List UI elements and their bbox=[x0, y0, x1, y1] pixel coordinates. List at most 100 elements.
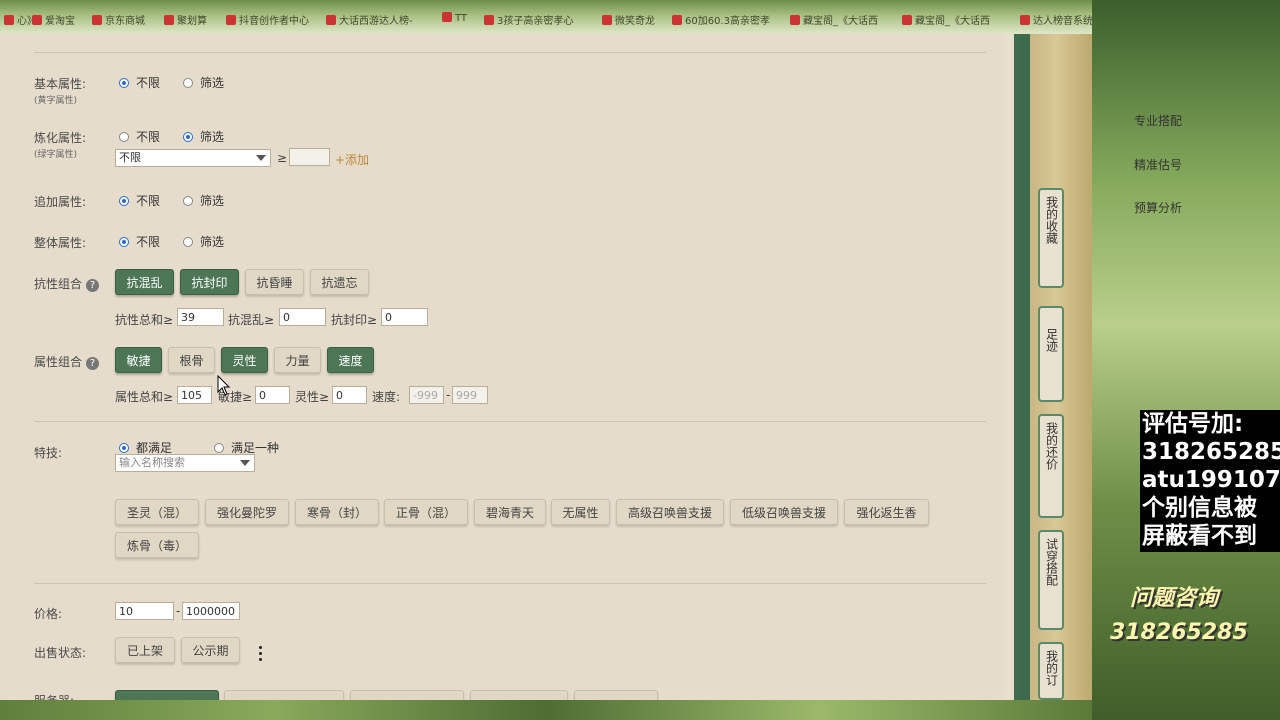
bookmark-item[interactable]: 微笑奇龙 bbox=[602, 12, 655, 27]
tab-label: 我的收藏 bbox=[1044, 196, 1059, 244]
ad-slogan: 专业搭配 bbox=[1134, 114, 1183, 128]
radio-dot bbox=[119, 442, 129, 453]
skill-button[interactable]: 强化返生香 bbox=[844, 499, 929, 525]
skill-button[interactable]: 正骨（混） bbox=[384, 499, 468, 525]
bookmark-item[interactable]: 爱淘宝 bbox=[32, 12, 75, 27]
skill-button[interactable]: 高级召唤兽支援 bbox=[616, 499, 724, 525]
bookmark-label: 聚划算 bbox=[177, 16, 207, 27]
speed-min-input[interactable]: -999 bbox=[409, 386, 444, 404]
overall-attr-radio-filter[interactable]: 筛选 bbox=[183, 233, 224, 250]
extra-attr-radio-unlimited[interactable]: 不限 bbox=[119, 192, 160, 209]
skill-button[interactable]: 强化曼陀罗 bbox=[205, 499, 289, 525]
basic-attr-radio-unlimited[interactable]: 不限 bbox=[119, 74, 160, 91]
bookmark-label: 微笑奇龙 bbox=[615, 16, 655, 27]
attr-spirit-label: 灵性≥ bbox=[295, 390, 330, 404]
bookmark-icon bbox=[902, 15, 912, 25]
refine-attr-select[interactable]: 不限 bbox=[115, 149, 271, 167]
resist-button-seal[interactable]: 抗封印 bbox=[180, 269, 239, 295]
attr-button-speed[interactable]: 速度 bbox=[327, 347, 374, 373]
contact-line: 318265285 bbox=[1142, 439, 1280, 465]
bookmark-item[interactable]: TT bbox=[442, 12, 467, 24]
help-icon[interactable]: ? bbox=[86, 279, 100, 292]
bookmark-label: 藏宝阁_《大话西 bbox=[915, 16, 990, 27]
resist-chaos-input[interactable]: 0 bbox=[279, 308, 326, 326]
tab-my-bargains[interactable]: 我的还价 bbox=[1038, 414, 1064, 518]
attr-spirit-input[interactable]: 0 bbox=[332, 386, 367, 404]
attr-total-input[interactable]: 105 bbox=[177, 386, 212, 404]
basic-attr-sublabel: (黄字属性) bbox=[34, 96, 78, 106]
bookmark-item[interactable]: 聚划算 bbox=[164, 12, 207, 27]
tab-footprints[interactable]: 足迹 bbox=[1038, 306, 1064, 402]
bookmark-icon bbox=[672, 15, 682, 25]
tab-my-orders[interactable]: 我的订 bbox=[1038, 642, 1064, 700]
bookmark-item[interactable]: 抖音创作者中心 bbox=[226, 12, 309, 27]
contact-line: 个别信息被 bbox=[1142, 495, 1257, 521]
divider bbox=[34, 52, 986, 53]
speed-max-input[interactable]: 999 bbox=[452, 386, 488, 404]
skill-button[interactable]: 碧海青天 bbox=[474, 499, 546, 525]
attr-agility-input[interactable]: 0 bbox=[255, 386, 290, 404]
attr-button-spirit[interactable]: 灵性 bbox=[221, 347, 268, 373]
resist-button-forget[interactable]: 抗遗忘 bbox=[310, 269, 369, 295]
resist-combo-text: 抗性组合 bbox=[34, 277, 83, 291]
price-max-input[interactable]: 1000000 bbox=[182, 602, 240, 620]
radio-dot bbox=[119, 236, 129, 247]
overall-attr-radio-unlimited[interactable]: 不限 bbox=[119, 233, 160, 250]
radio-dot bbox=[183, 195, 193, 206]
more-options-icon[interactable] bbox=[259, 646, 263, 664]
consult-number: 318265285 bbox=[1110, 620, 1248, 645]
refine-attr-radio-unlimited[interactable]: 不限 bbox=[119, 128, 160, 145]
sale-status-public-button[interactable]: 公示期 bbox=[181, 637, 240, 663]
radio-label: 不限 bbox=[136, 235, 161, 249]
skill-button[interactable]: 圣灵（混） bbox=[115, 499, 199, 525]
skills-search-select[interactable]: 输入名称搜索 bbox=[115, 454, 255, 472]
resist-chaos-label: 抗混乱≥ bbox=[228, 313, 275, 327]
attr-button-agility[interactable]: 敏捷 bbox=[115, 347, 162, 373]
resist-total-input[interactable]: 39 bbox=[177, 308, 224, 326]
radio-label: 筛选 bbox=[200, 235, 225, 249]
refine-attr-value-input[interactable] bbox=[289, 148, 330, 166]
resist-seal-input[interactable]: 0 bbox=[381, 308, 428, 326]
tab-label: 足迹 bbox=[1044, 328, 1059, 352]
skill-button[interactable]: 炼骨（毒） bbox=[115, 532, 199, 558]
ad-slogan: 精准估号 bbox=[1134, 158, 1183, 172]
tab-my-favorites[interactable]: 我的收藏 bbox=[1038, 188, 1064, 288]
bookmark-item[interactable]: 3孩子高亲密孝心 bbox=[484, 12, 573, 27]
sale-status-listed-button[interactable]: 已上架 bbox=[115, 637, 175, 663]
radio-dot bbox=[183, 131, 193, 142]
radio-label: 筛选 bbox=[200, 130, 225, 144]
basic-attr-radio-filter[interactable]: 筛选 bbox=[183, 74, 224, 91]
chevron-down-icon bbox=[256, 155, 266, 161]
tab-label: 试穿搭配 bbox=[1044, 538, 1059, 586]
bookmark-icon bbox=[442, 12, 452, 22]
radio-label: 筛选 bbox=[200, 76, 225, 90]
help-icon[interactable]: ? bbox=[86, 357, 100, 370]
attr-button-constitution[interactable]: 根骨 bbox=[168, 347, 215, 373]
bookmark-item[interactable]: 大话西游达人榜- bbox=[326, 12, 413, 27]
tab-try-on[interactable]: 试穿搭配 bbox=[1038, 530, 1064, 630]
radio-label: 不限 bbox=[136, 194, 161, 208]
skill-button[interactable]: 寒骨（封） bbox=[295, 499, 379, 525]
resist-button-sleep[interactable]: 抗昏睡 bbox=[245, 269, 304, 295]
refine-attr-radio-filter[interactable]: 筛选 bbox=[183, 128, 224, 145]
price-label: 价格: bbox=[34, 607, 63, 621]
ad-slogan: 预算分析 bbox=[1134, 201, 1183, 215]
bookmark-item[interactable]: 藏宝阁_《大话西 bbox=[902, 12, 990, 27]
price-min-input[interactable]: 10 bbox=[115, 602, 174, 620]
bookmark-item[interactable]: 藏宝阁_《大话西 bbox=[790, 12, 878, 27]
bottom-decoration bbox=[0, 700, 1092, 720]
bookmark-label: TT bbox=[455, 13, 468, 24]
skill-button[interactable]: 无属性 bbox=[551, 499, 610, 525]
bookmark-icon bbox=[4, 15, 14, 25]
add-attr-link[interactable]: +添加 bbox=[335, 151, 369, 168]
bookmark-item[interactable]: 达人榜音系统 bbox=[1020, 12, 1092, 27]
bookmark-item[interactable]: 京东商城 bbox=[92, 12, 145, 27]
bookmark-item[interactable]: 60加60.3高亲密孝 bbox=[672, 12, 770, 27]
skill-button[interactable]: 低级召唤兽支援 bbox=[730, 499, 838, 525]
attr-button-strength[interactable]: 力量 bbox=[274, 347, 321, 373]
bookmark-label: 藏宝阁_《大话西 bbox=[803, 16, 878, 27]
resist-button-chaos[interactable]: 抗混乱 bbox=[115, 269, 174, 295]
contact-line: 屏蔽看不到 bbox=[1142, 523, 1257, 549]
extra-attr-radio-filter[interactable]: 筛选 bbox=[183, 192, 224, 209]
divider bbox=[34, 421, 986, 422]
